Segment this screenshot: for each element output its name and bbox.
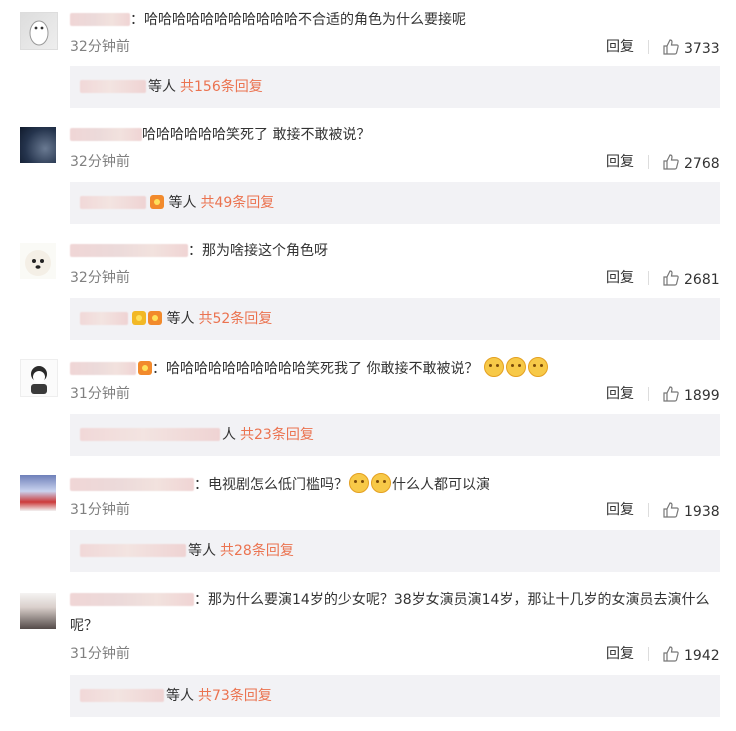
comment-text: 哈哈哈哈哈哈哈哈哈哈哈不合适的角色为什么要接呢 — [144, 12, 466, 28]
like-button[interactable]: 3733 — [662, 38, 720, 58]
like-count: 1942 — [684, 648, 720, 664]
comment-text: 哈哈哈哈哈哈哈哈哈哈笑死我了 你敢接不敢被说？ — [166, 361, 479, 377]
divider — [648, 155, 649, 169]
like-count: 1899 — [684, 388, 720, 404]
avatar[interactable] — [20, 12, 58, 50]
comment-item: ：哈哈哈哈哈哈哈哈哈哈哈不合适的角色为什么要接呢 32分钟前 回复 3733 等… — [0, 0, 736, 115]
reply-button[interactable]: 回复 — [606, 38, 634, 56]
comment-line: ：电视剧怎么低门槛吗？ 什么人都可以演 — [70, 473, 490, 495]
like-button[interactable]: 2681 — [662, 269, 720, 289]
view-replies-link[interactable]: 共52条回复 — [198, 311, 272, 327]
divider — [648, 40, 649, 54]
view-replies-link[interactable]: 共28条回复 — [220, 543, 294, 559]
username[interactable] — [70, 478, 194, 491]
comment-line: ：哈哈哈哈哈哈哈哈哈哈笑死我了 你敢接不敢被说？ — [70, 357, 549, 379]
comment-line: 哈哈哈哈哈哈笑死了 敢接不敢被说？ — [70, 125, 370, 145]
timestamp: 32分钟前 — [70, 270, 130, 286]
comment-line: ：哈哈哈哈哈哈哈哈哈哈哈不合适的角色为什么要接呢 — [70, 10, 466, 30]
timestamp: 31分钟前 — [70, 646, 130, 662]
reply-usernames[interactable] — [80, 544, 186, 557]
reply-usernames[interactable] — [80, 80, 146, 93]
thumbs-up-icon — [663, 154, 679, 170]
reply-usernames[interactable] — [80, 196, 146, 209]
thumbs-up-icon — [663, 386, 679, 402]
username[interactable] — [70, 362, 136, 375]
like-button[interactable]: 1938 — [662, 501, 720, 521]
doge-emoji-icon — [483, 357, 504, 377]
divider — [648, 271, 649, 285]
username[interactable] — [70, 593, 194, 606]
like-button[interactable]: 1899 — [662, 385, 720, 405]
view-replies-link[interactable]: 共49条回复 — [200, 195, 274, 211]
divider — [648, 503, 649, 517]
thumbs-up-icon — [663, 39, 679, 55]
doge-emoji-icon — [371, 473, 391, 493]
vip-badge-icon — [150, 195, 164, 209]
reply-summary: 等人 共49条回复 — [70, 182, 720, 224]
reply-button[interactable]: 回复 — [606, 385, 634, 403]
timestamp: 32分钟前 — [70, 39, 130, 55]
like-count: 1938 — [684, 504, 720, 520]
like-count: 2768 — [684, 156, 720, 172]
reply-summary: 等人 共156条回复 — [70, 66, 720, 108]
timestamp: 31分钟前 — [70, 502, 130, 518]
avatar[interactable] — [20, 475, 56, 511]
reply-button[interactable]: 回复 — [606, 153, 634, 171]
comment-item: 哈哈哈哈哈哈笑死了 敢接不敢被说？ 32分钟前 回复 2768 等人 共49条回复 — [0, 115, 736, 231]
doge-emoji-icon — [505, 357, 526, 377]
comment-text: 那为啥接这个角色呀 — [202, 243, 328, 259]
like-button[interactable]: 2768 — [662, 153, 720, 173]
reply-usernames[interactable] — [80, 428, 220, 441]
doge-emoji-icon — [349, 473, 369, 493]
reply-button[interactable]: 回复 — [606, 645, 634, 663]
comment-item: ：那为什么要演14岁的少女呢？38岁女演员演14岁，那让十几岁的女演员去演什么呢… — [0, 579, 736, 731]
username[interactable] — [70, 128, 142, 141]
timestamp: 31分钟前 — [70, 386, 130, 402]
view-replies-link[interactable]: 共73条回复 — [198, 688, 272, 704]
vip-badge-icon — [132, 311, 146, 325]
avatar[interactable] — [20, 243, 56, 279]
reply-button[interactable]: 回复 — [606, 501, 634, 519]
comment-item: ：哈哈哈哈哈哈哈哈哈哈笑死我了 你敢接不敢被说？ 31分钟前 回复 1899 人… — [0, 347, 736, 463]
view-replies-link[interactable]: 共23条回复 — [240, 427, 314, 443]
avatar[interactable] — [20, 127, 56, 163]
username[interactable] — [70, 13, 130, 26]
reply-usernames[interactable] — [80, 312, 128, 325]
divider — [648, 647, 649, 661]
like-button[interactable]: 1942 — [662, 645, 720, 665]
comment-item: ：电视剧怎么低门槛吗？ 什么人都可以演 31分钟前 回复 1938 等人 共28条回… — [0, 463, 736, 579]
like-count: 2681 — [684, 272, 720, 288]
reply-usernames[interactable] — [80, 689, 164, 702]
vip-badge-icon — [148, 311, 162, 325]
comment-text: 电视剧怎么低门槛吗？ — [208, 477, 348, 493]
comment-item: ：那为啥接这个角色呀 32分钟前 回复 2681 等人 共52条回复 — [0, 231, 736, 347]
reply-summary: 等人 共28条回复 — [70, 530, 720, 572]
username[interactable] — [70, 244, 188, 257]
thumbs-up-icon — [663, 646, 679, 662]
reply-summary: 等人 共73条回复 — [70, 675, 720, 717]
comment-line: ：那为啥接这个角色呀 — [70, 241, 328, 261]
comment-text: 哈哈哈哈哈哈笑死了 敢接不敢被说？ — [142, 127, 371, 143]
vip-badge-icon — [138, 361, 152, 375]
view-replies-link[interactable]: 共156条回复 — [180, 79, 263, 95]
doge-emoji-icon — [527, 357, 548, 377]
thumbs-up-icon — [663, 270, 679, 286]
comment-text: 什么人都可以演 — [392, 477, 490, 493]
avatar[interactable] — [20, 593, 56, 629]
like-count: 3733 — [684, 41, 720, 57]
thumbs-up-icon — [663, 502, 679, 518]
comment-line: ：那为什么要演14岁的少女呢？38岁女演员演14岁，那让十几岁的女演员去演什么呢… — [70, 592, 710, 634]
reply-button[interactable]: 回复 — [606, 269, 634, 287]
reply-summary: 人共23条回复 — [70, 414, 720, 456]
reply-summary: 等人 共52条回复 — [70, 298, 720, 340]
avatar[interactable] — [20, 359, 58, 397]
timestamp: 32分钟前 — [70, 154, 130, 170]
divider — [648, 387, 649, 401]
